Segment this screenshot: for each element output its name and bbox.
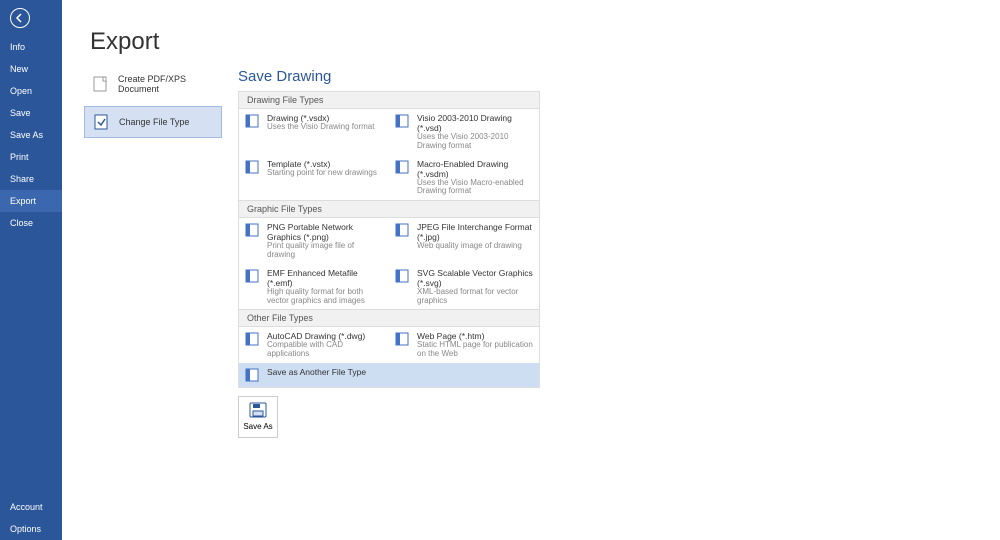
file-type-icon — [245, 367, 261, 383]
nav-lower: AccountOptions — [0, 496, 62, 540]
pdf-doc-icon — [92, 75, 110, 93]
file-type-icon — [245, 113, 261, 129]
section-title: Save Drawing — [238, 68, 540, 85]
page-title: Export — [90, 28, 1000, 56]
nav-items: InfoNewOpenSaveSave AsPrintShareExportCl… — [0, 36, 62, 496]
group-body: Drawing (*.vsdx)Uses the Visio Drawing f… — [239, 109, 539, 200]
file-type-desc: High quality format for both vector grap… — [267, 288, 383, 306]
file-type-desc: Web quality image of drawing — [417, 242, 533, 251]
group-header: Graphic File Types — [239, 200, 539, 218]
file-type-desc: Uses the Visio Macro-enabled Drawing for… — [417, 179, 533, 197]
file-type-desc: Starting point for new drawings — [267, 169, 377, 178]
nav-item-save-as[interactable]: Save As — [0, 124, 62, 146]
file-type-icon — [245, 268, 261, 284]
file-type-icon — [395, 331, 411, 347]
file-type-icon — [395, 268, 411, 284]
nav-item-account[interactable]: Account — [0, 496, 62, 518]
backstage-sidebar: InfoNewOpenSaveSave AsPrintShareExportCl… — [0, 0, 62, 540]
nav-item-options[interactable]: Options — [0, 518, 62, 540]
save-as-button[interactable]: Save As — [238, 396, 278, 438]
file-type-icon — [395, 159, 411, 175]
file-type-item[interactable]: PNG Portable Network Graphics (*.png)Pri… — [239, 218, 389, 264]
back-arrow-icon — [10, 8, 30, 28]
group-header: Other File Types — [239, 309, 539, 327]
file-type-desc: Print quality image file of drawing — [267, 242, 383, 260]
file-type-item[interactable]: Web Page (*.htm)Static HTML page for pub… — [389, 327, 539, 363]
file-type-title: SVG Scalable Vector Graphics (*.svg) — [417, 268, 533, 288]
file-type-desc: Compatible with CAD applications — [267, 341, 383, 359]
file-type-title: Save as Another File Type — [267, 367, 366, 377]
back-button[interactable] — [0, 0, 62, 36]
file-type-item[interactable]: SVG Scalable Vector Graphics (*.svg)XML-… — [389, 264, 539, 310]
export-option-change-file-type[interactable]: Change File Type — [84, 106, 222, 138]
group-body: PNG Portable Network Graphics (*.png)Pri… — [239, 218, 539, 309]
file-type-title: Macro-Enabled Drawing (*.vsdm) — [417, 159, 533, 179]
file-type-icon — [245, 222, 261, 238]
save-as-label: Save As — [243, 422, 272, 431]
file-type-desc: Static HTML page for publication on the … — [417, 341, 533, 359]
file-type-title: JPEG File Interchange Format (*.jpg) — [417, 222, 533, 242]
export-option-label: Change File Type — [119, 117, 189, 127]
file-type-title: Visio 2003-2010 Drawing (*.vsd) — [417, 113, 533, 133]
export-option-label: Create PDF/XPS Document — [118, 74, 214, 94]
nav-item-close[interactable]: Close — [0, 212, 62, 234]
file-type-item[interactable]: EMF Enhanced Metafile (*.emf)High qualit… — [239, 264, 389, 310]
group-body: AutoCAD Drawing (*.dwg)Compatible with C… — [239, 327, 539, 387]
nav-item-print[interactable]: Print — [0, 146, 62, 168]
main-panel: Export Create PDF/XPS Document Change Fil… — [62, 0, 1000, 540]
nav-item-export[interactable]: Export — [0, 190, 62, 212]
file-type-desc: Uses the Visio 2003-2010 Drawing format — [417, 133, 533, 151]
file-type-item[interactable]: AutoCAD Drawing (*.dwg)Compatible with C… — [239, 327, 389, 363]
save-drawing-panel: Save Drawing Drawing File TypesDrawing (… — [222, 68, 540, 438]
nav-item-info[interactable]: Info — [0, 36, 62, 58]
export-options-list: Create PDF/XPS Document Change File Type — [62, 68, 222, 438]
file-type-icon — [395, 222, 411, 238]
nav-item-save[interactable]: Save — [0, 102, 62, 124]
file-type-item[interactable]: Visio 2003-2010 Drawing (*.vsd)Uses the … — [389, 109, 539, 155]
nav-item-new[interactable]: New — [0, 58, 62, 80]
file-type-desc: Uses the Visio Drawing format — [267, 123, 374, 132]
file-type-title: EMF Enhanced Metafile (*.emf) — [267, 268, 383, 288]
file-type-item[interactable]: Template (*.vstx)Starting point for new … — [239, 155, 389, 201]
file-type-item[interactable]: Save as Another File Type — [239, 363, 539, 387]
export-option-create-pdf[interactable]: Create PDF/XPS Document — [84, 68, 222, 100]
group-header: Drawing File Types — [239, 92, 539, 109]
file-type-title: PNG Portable Network Graphics (*.png) — [267, 222, 383, 242]
save-as-icon — [249, 402, 267, 418]
file-type-item[interactable]: Macro-Enabled Drawing (*.vsdm)Uses the V… — [389, 155, 539, 201]
file-type-icon — [245, 331, 261, 347]
file-type-desc: XML-based format for vector graphics — [417, 288, 533, 306]
change-type-icon — [93, 113, 111, 131]
nav-item-open[interactable]: Open — [0, 80, 62, 102]
file-type-item[interactable]: JPEG File Interchange Format (*.jpg)Web … — [389, 218, 539, 264]
file-type-icon — [395, 113, 411, 129]
file-types-panel: Drawing File TypesDrawing (*.vsdx)Uses t… — [238, 91, 540, 388]
file-type-icon — [245, 159, 261, 175]
file-type-item[interactable]: Drawing (*.vsdx)Uses the Visio Drawing f… — [239, 109, 389, 155]
nav-item-share[interactable]: Share — [0, 168, 62, 190]
